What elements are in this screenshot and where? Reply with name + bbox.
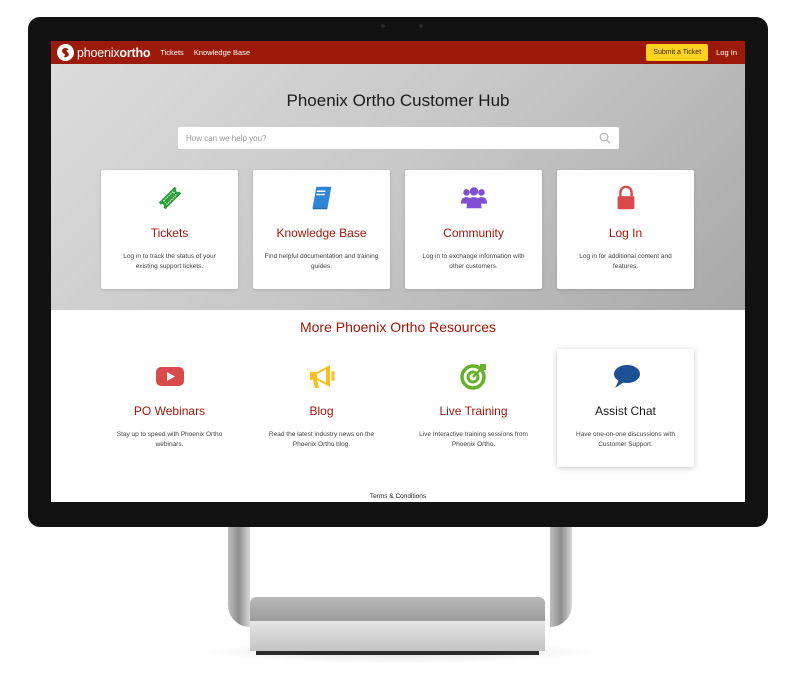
youtube-icon bbox=[101, 361, 238, 391]
resource-blog[interactable]: Blog Read the latest industry news on th… bbox=[253, 349, 390, 467]
camera-dot bbox=[419, 24, 423, 28]
card-title: Knowledge Base bbox=[276, 226, 367, 240]
card-log-in[interactable]: Log In Log in for additional content and… bbox=[557, 170, 694, 289]
monitor-base-grill bbox=[256, 651, 539, 655]
camera-dot bbox=[381, 24, 385, 28]
logo-text: phoenixortho bbox=[77, 45, 151, 60]
submit-ticket-button[interactable]: Submit a Ticket bbox=[646, 44, 709, 61]
search-input[interactable] bbox=[186, 133, 599, 143]
card-community[interactable]: Community Log in to exchange information… bbox=[405, 170, 542, 289]
card-title: Community bbox=[443, 226, 504, 240]
phoenix-logo-icon bbox=[57, 44, 74, 61]
resource-assist-chat[interactable]: Assist Chat Have one-on-one discussions … bbox=[557, 349, 694, 467]
resource-title: Blog bbox=[309, 404, 334, 418]
chat-bubble-icon bbox=[557, 361, 694, 391]
resource-cards: PO Webinars Stay up to speed with Phoeni… bbox=[101, 349, 694, 467]
monitor-base-front bbox=[250, 621, 545, 651]
target-icon bbox=[405, 361, 542, 391]
card-knowledge-base[interactable]: Knowledge Base Find helpful documentatio… bbox=[253, 170, 390, 289]
resource-title: Live Training bbox=[439, 404, 508, 418]
card-description: Log in to track the status of your exist… bbox=[123, 253, 216, 270]
card-description: Log in to exchange information with othe… bbox=[422, 253, 525, 270]
ticket-icon bbox=[101, 183, 238, 213]
monitor-base-top bbox=[250, 597, 545, 621]
navbar: phoenixortho Tickets Knowledge Base Subm… bbox=[51, 41, 745, 64]
resource-description: Live Interactive training sessions from … bbox=[419, 431, 528, 448]
megaphone-icon bbox=[253, 361, 390, 391]
page-title: Phoenix Ortho Customer Hub bbox=[286, 91, 510, 110]
monitor-mockup: phoenixortho Tickets Knowledge Base Subm… bbox=[0, 0, 800, 674]
card-description: Find helpful documentation and training … bbox=[264, 253, 379, 270]
hub-cards: Tickets Log in to track the status of yo… bbox=[101, 170, 694, 289]
lock-icon bbox=[557, 183, 694, 213]
card-title: Tickets bbox=[150, 226, 189, 240]
resources-section: More Phoenix Ortho Resources PO Webinars… bbox=[51, 310, 745, 502]
terms-link[interactable]: Terms & Conditions bbox=[51, 493, 745, 500]
monitor-stand-arm-left bbox=[228, 527, 250, 627]
logo-text-bold: ortho bbox=[119, 45, 151, 60]
screen: phoenixortho Tickets Knowledge Base Subm… bbox=[51, 41, 745, 502]
logo-text-light: phoenix bbox=[77, 45, 120, 60]
resources-heading: More Phoenix Ortho Resources bbox=[299, 319, 497, 335]
resource-live-training[interactable]: Live Training Live Interactive training … bbox=[405, 349, 542, 467]
search-bar[interactable] bbox=[178, 127, 619, 149]
card-description: Log in for additional content and featur… bbox=[579, 253, 672, 270]
logo[interactable]: phoenixortho bbox=[57, 44, 151, 61]
nav-link-knowledge-base[interactable]: Knowledge Base bbox=[194, 48, 250, 57]
search-icon[interactable] bbox=[599, 132, 611, 144]
card-title: Log In bbox=[608, 226, 643, 240]
resource-description: Have one-on-one discussions with Custome… bbox=[576, 431, 675, 448]
book-icon bbox=[253, 183, 390, 213]
resource-title: Assist Chat bbox=[595, 404, 656, 418]
resource-description: Read the latest industry news on the Pho… bbox=[268, 431, 375, 448]
resource-po-webinars[interactable]: PO Webinars Stay up to speed with Phoeni… bbox=[101, 349, 238, 467]
resource-description: Stay up to speed with Phoenix Ortho webi… bbox=[116, 431, 223, 448]
resource-title: PO Webinars bbox=[133, 404, 206, 418]
nav-link-tickets[interactable]: Tickets bbox=[160, 48, 183, 57]
users-icon bbox=[405, 183, 542, 213]
card-tickets[interactable]: Tickets Log in to track the status of yo… bbox=[101, 170, 238, 289]
monitor-stand-arm-right bbox=[550, 527, 572, 627]
nav-login-link[interactable]: Log In bbox=[716, 48, 737, 57]
hero-section: Phoenix Ortho Customer Hub Tickets Log i… bbox=[51, 64, 745, 310]
